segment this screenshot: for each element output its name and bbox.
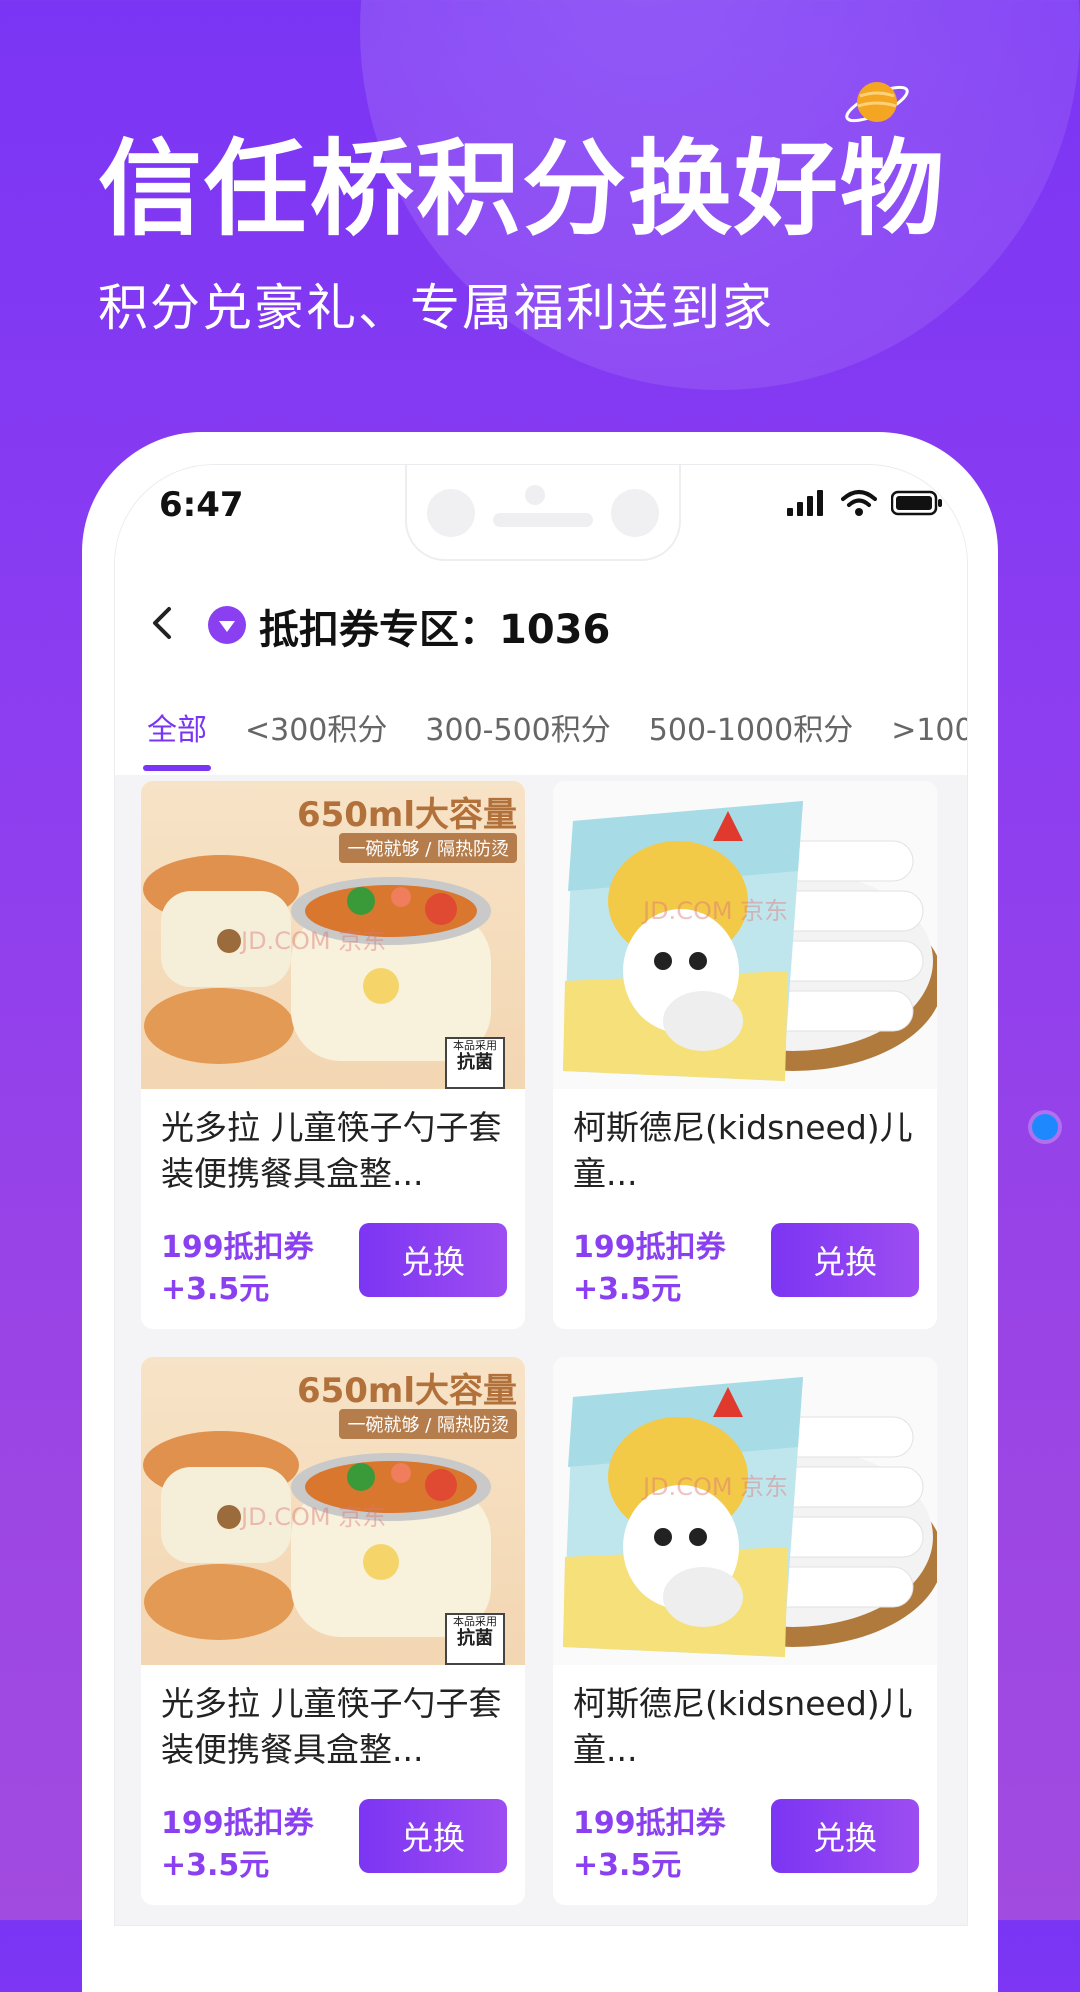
coupon-badge-icon [208, 606, 246, 644]
promo-subhead: 积分兑豪礼、专属福利送到家 [98, 279, 774, 337]
tab-over-1000[interactable]: >1000积分 [887, 705, 967, 749]
product-name: 柯斯德尼(kidsneed)儿童... [573, 1108, 913, 1193]
product-image-bowl[interactable]: 650ml大容量 一碗就够 / 隔热防烫 本品采用 抗菌 JD.COM 京东 [141, 781, 525, 1089]
status-icons [787, 489, 943, 517]
wifi-icon [841, 490, 877, 516]
exchange-button[interactable]: 兑换 [359, 1799, 507, 1873]
product-grid: 650ml大容量 一碗就够 / 隔热防烫 本品采用 抗菌 JD.COM 京东 光多… [141, 781, 941, 1905]
product-card[interactable]: 650ml大容量 一碗就够 / 隔热防烫 本品采用 抗菌 JD.COM 京东 光多… [141, 781, 525, 1329]
page-title: 抵扣券专区：1036 [259, 607, 611, 653]
status-bar: 6:47 [115, 465, 967, 569]
image-caption: 一碗就够 / 隔热防烫 [339, 1409, 517, 1439]
product-price: 199抵扣券 +3.5元 [161, 1230, 314, 1307]
exchange-button[interactable]: 兑换 [359, 1223, 507, 1297]
watermark: JD.COM 京东 [643, 897, 789, 925]
nav-bar: 抵扣券专区：1036 [115, 569, 967, 680]
watermark: JD.COM 京东 [241, 1503, 387, 1531]
phone-screen: 6:47 抵扣券专区：1036 全部 <300积分 300-500积分 500-… [114, 464, 968, 1926]
sensor-icon [525, 485, 545, 505]
product-image-towel[interactable]: JD.COM 京东 [553, 781, 937, 1089]
floating-dot[interactable] [1032, 1114, 1058, 1140]
product-image-towel[interactable]: JD.COM 京东 [553, 1357, 937, 1665]
product-card[interactable]: JD.COM 京东 柯斯德尼(kidsneed)儿童... 199抵扣券 +3.… [553, 1357, 937, 1905]
product-price: 199抵扣券 +3.5元 [161, 1806, 314, 1883]
product-card[interactable]: 650ml大容量 一碗就够 / 隔热防烫 本品采用 抗菌 JD.COM 京东 光多… [141, 1357, 525, 1905]
product-card[interactable]: JD.COM 京东 柯斯德尼(kidsneed)儿童... 199抵扣券 +3.… [553, 781, 937, 1329]
signal-icon [787, 490, 823, 516]
tab-500-1000[interactable]: 500-1000积分 [645, 705, 857, 749]
product-name: 柯斯德尼(kidsneed)儿童... [573, 1684, 913, 1769]
status-time: 6:47 [159, 485, 244, 525]
exchange-button[interactable]: 兑换 [771, 1223, 919, 1297]
watermark: JD.COM 京东 [241, 927, 387, 955]
tab-all[interactable]: 全部 [143, 705, 211, 771]
tab-under-300[interactable]: <300积分 [241, 705, 391, 749]
watermark: JD.COM 京东 [643, 1473, 789, 1501]
tab-300-500[interactable]: 300-500积分 [421, 705, 614, 749]
battery-icon [891, 490, 942, 516]
phone-notch [405, 465, 681, 561]
promo-headline: 信任桥积分换好物 [98, 128, 947, 250]
camera-icon [611, 489, 659, 537]
back-arrow-icon[interactable] [143, 603, 183, 643]
speaker-grille [493, 513, 593, 527]
filter-tabs: 全部 <300积分 300-500积分 500-1000积分 >1000积分 [115, 679, 967, 775]
image-caption: 650ml大容量 [296, 1371, 517, 1411]
image-caption: 650ml大容量 [296, 795, 517, 835]
product-name: 光多拉 儿童筷子勺子套装便携餐具盒整... [161, 1108, 502, 1193]
product-name: 光多拉 儿童筷子勺子套装便携餐具盒整... [161, 1684, 502, 1769]
product-image-bowl[interactable]: 650ml大容量 一碗就够 / 隔热防烫 本品采用 抗菌 JD.COM 京东 [141, 1357, 525, 1665]
image-caption: 一碗就够 / 隔热防烫 [339, 833, 517, 863]
antibacterial-seal: 本品采用 抗菌 [445, 1037, 505, 1089]
camera-icon [427, 489, 475, 537]
antibacterial-seal: 本品采用 抗菌 [445, 1613, 505, 1665]
product-price: 199抵扣券 +3.5元 [573, 1806, 726, 1883]
product-price: 199抵扣券 +3.5元 [573, 1230, 726, 1307]
exchange-button[interactable]: 兑换 [771, 1799, 919, 1873]
